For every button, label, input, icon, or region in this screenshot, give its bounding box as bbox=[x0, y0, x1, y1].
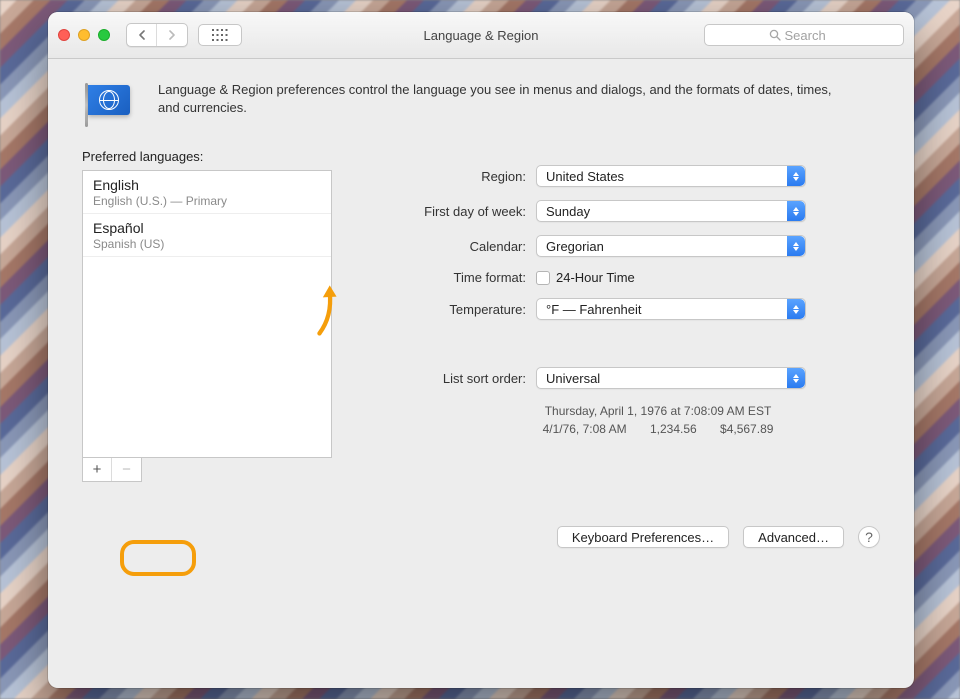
time-format-label: Time format: bbox=[376, 270, 536, 285]
language-item[interactable]: English English (U.S.) — Primary bbox=[83, 171, 331, 214]
preferred-languages-list[interactable]: English English (U.S.) — Primary Español… bbox=[82, 170, 332, 458]
format-sample: Thursday, April 1, 1976 at 7:08:09 AM ES… bbox=[436, 402, 880, 438]
minimize-window-button[interactable] bbox=[78, 29, 90, 41]
calendar-value: Gregorian bbox=[546, 239, 604, 254]
time-format-checkbox-label: 24-Hour Time bbox=[556, 270, 635, 285]
close-window-button[interactable] bbox=[58, 29, 70, 41]
help-button[interactable]: ? bbox=[858, 526, 880, 548]
preferences-window: Language & Region Language & Region pref… bbox=[48, 12, 914, 688]
header: Language & Region preferences control th… bbox=[82, 81, 880, 127]
plus-icon: + bbox=[93, 461, 102, 478]
temperature-select[interactable]: °F — Fahrenheit bbox=[536, 298, 806, 320]
add-language-button[interactable]: + bbox=[83, 458, 112, 481]
list-sort-row: List sort order: Universal bbox=[376, 367, 880, 389]
chevron-right-icon bbox=[168, 30, 176, 40]
calendar-select[interactable]: Gregorian bbox=[536, 235, 806, 257]
language-subtitle: English (U.S.) — Primary bbox=[93, 194, 321, 208]
time-format-row: Time format: 24-Hour Time bbox=[376, 270, 880, 285]
preferred-languages-section: Preferred languages: English English (U.… bbox=[82, 149, 342, 482]
back-button[interactable] bbox=[127, 24, 157, 46]
preferred-languages-label: Preferred languages: bbox=[82, 149, 342, 164]
region-select[interactable]: United States bbox=[536, 165, 806, 187]
calendar-row: Calendar: Gregorian bbox=[376, 235, 880, 257]
search-field[interactable] bbox=[704, 24, 904, 46]
time-format-checkbox-wrap[interactable]: 24-Hour Time bbox=[536, 270, 635, 285]
window-title: Language & Region bbox=[424, 28, 539, 43]
sample-number: 1,234.56 bbox=[650, 422, 697, 436]
region-label: Region: bbox=[376, 169, 536, 184]
language-name: Español bbox=[93, 220, 321, 236]
keyboard-preferences-button[interactable]: Keyboard Preferences… bbox=[557, 526, 729, 548]
grid-icon bbox=[212, 29, 228, 41]
window-body: Language & Region preferences control th… bbox=[48, 59, 914, 568]
search-input[interactable] bbox=[785, 28, 840, 43]
first-day-label: First day of week: bbox=[376, 204, 536, 219]
first-day-select[interactable]: Sunday bbox=[536, 200, 806, 222]
search-icon bbox=[769, 29, 781, 41]
stepper-icon bbox=[787, 166, 805, 186]
zoom-window-button[interactable] bbox=[98, 29, 110, 41]
chevron-left-icon bbox=[138, 30, 146, 40]
list-sort-value: Universal bbox=[546, 371, 600, 386]
forward-button[interactable] bbox=[157, 24, 187, 46]
show-all-button[interactable] bbox=[198, 24, 242, 46]
stepper-icon bbox=[787, 368, 805, 388]
time-format-checkbox[interactable] bbox=[536, 271, 550, 285]
calendar-label: Calendar: bbox=[376, 239, 536, 254]
language-subtitle: Spanish (US) bbox=[93, 237, 321, 251]
sample-date: 4/1/76, 7:08 AM bbox=[543, 422, 627, 436]
footer-buttons: Keyboard Preferences… Advanced… ? bbox=[82, 526, 880, 548]
language-item[interactable]: Español Spanish (US) bbox=[83, 214, 331, 257]
window-controls bbox=[58, 29, 110, 41]
form-area: Preferred languages: English English (U.… bbox=[82, 149, 880, 482]
titlebar: Language & Region bbox=[48, 12, 914, 59]
stepper-icon bbox=[787, 201, 805, 221]
list-sort-select[interactable]: Universal bbox=[536, 367, 806, 389]
language-list-controls: + − bbox=[82, 458, 142, 482]
first-day-row: First day of week: Sunday bbox=[376, 200, 880, 222]
header-description: Language & Region preferences control th… bbox=[158, 81, 838, 117]
stepper-icon bbox=[787, 299, 805, 319]
language-name: English bbox=[93, 177, 321, 193]
first-day-value: Sunday bbox=[546, 204, 590, 219]
settings-column: Region: United States First day of week:… bbox=[376, 149, 880, 482]
sample-line-2: 4/1/76, 7:08 AM 1,234.56 $4,567.89 bbox=[436, 420, 880, 438]
remove-language-button[interactable]: − bbox=[112, 458, 141, 481]
temperature-value: °F — Fahrenheit bbox=[546, 302, 642, 317]
temperature-row: Temperature: °F — Fahrenheit bbox=[376, 298, 880, 320]
region-value: United States bbox=[546, 169, 624, 184]
language-region-icon bbox=[82, 83, 138, 127]
sample-line-1: Thursday, April 1, 1976 at 7:08:09 AM ES… bbox=[436, 402, 880, 420]
temperature-label: Temperature: bbox=[376, 302, 536, 317]
help-icon: ? bbox=[865, 529, 873, 545]
nav-buttons bbox=[126, 23, 188, 47]
stepper-icon bbox=[787, 236, 805, 256]
region-row: Region: United States bbox=[376, 165, 880, 187]
list-sort-label: List sort order: bbox=[376, 371, 536, 386]
minus-icon: − bbox=[122, 461, 131, 478]
advanced-button[interactable]: Advanced… bbox=[743, 526, 844, 548]
sample-currency: $4,567.89 bbox=[720, 422, 773, 436]
